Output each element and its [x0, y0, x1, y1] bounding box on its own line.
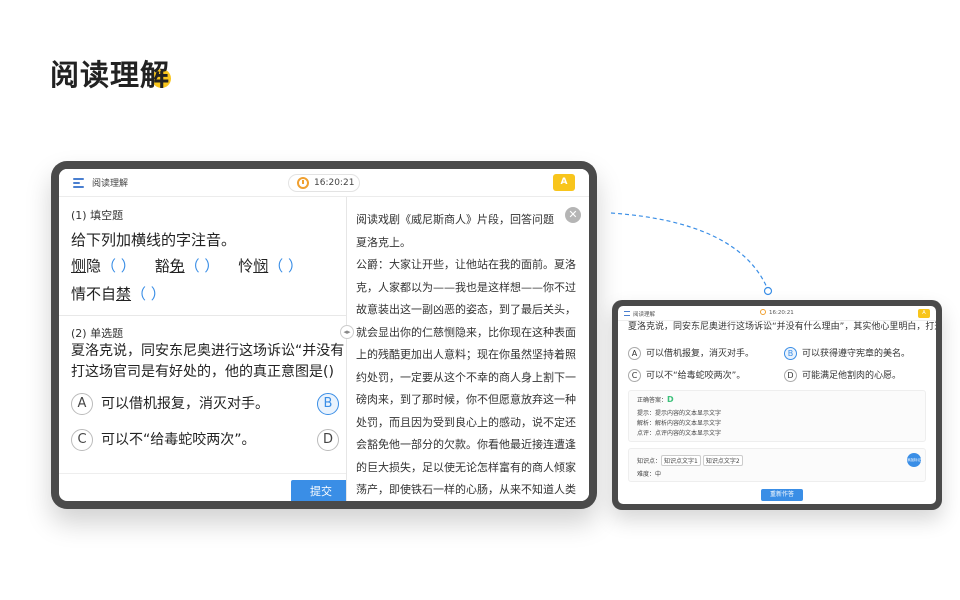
option-key: B [317, 393, 339, 415]
top-bar: 阅读理解 16:20:21 A [59, 169, 589, 197]
option-b[interactable]: B [317, 393, 346, 415]
answer-blank[interactable]: （ ） [131, 285, 166, 303]
close-icon[interactable]: ✕ [565, 207, 581, 223]
option-c[interactable]: C 可以不“给毒蛇咬两次”。 [71, 429, 256, 451]
option-c[interactable]: C 可以不“给毒蛇咬两次”。 [628, 368, 745, 382]
knowledge-box: 知识点： 知识点文字1 知识点文字2 难度：中 添加标记 [628, 448, 926, 482]
passage-panel: 阅读戏剧《威尼斯商人》片段，回答问题 夏洛克上。 公爵：大家让开些，让他站在我的… [348, 197, 589, 501]
redo-button[interactable]: 重新作答 [761, 489, 803, 501]
option-key: C [71, 429, 93, 451]
question-2-label: (2) 单选题 [71, 327, 124, 340]
tablet-large-screen: 阅读理解 16:20:21 A (1) 填空题 给下列加横线的字注音。 恻隐（ … [59, 169, 589, 501]
option-a[interactable]: A 可以借机报复，消灭对手。 [71, 393, 269, 415]
option-key: D [317, 429, 339, 451]
tablet-large: 阅读理解 16:20:21 A (1) 填空题 给下列加横线的字注音。 恻隐（ … [51, 161, 597, 509]
font-size-button[interactable]: A [918, 309, 930, 318]
passage-speaker: 夏洛克上。 [356, 235, 411, 249]
passage-intro: 阅读戏剧《威尼斯商人》片段，回答问题 [356, 213, 554, 226]
option-key: A [71, 393, 93, 415]
analysis-text: 解析：解析内容的文本显示文字 [637, 420, 722, 427]
answer-analysis-box: 正确答案：D 提示：提示内容的文本显示文字 解析：解析内容的文本显示文字 点评：… [628, 390, 926, 442]
timer-text: 16:20:21 [314, 178, 355, 188]
app-title: 阅读理解 [92, 179, 129, 189]
alarm-clock-icon [297, 177, 309, 189]
tablet-small-screen: 夏洛克说，同安东尼奥进行这场诉讼“并没有什么理由”，其实他心里明白，打这场官司是… [618, 306, 936, 504]
comment-text: 点评：点评内容的文本显示文字 [637, 430, 722, 437]
top-bar: 阅读理解 16:20:21 A [618, 306, 936, 321]
knowledge-points: 知识点： 知识点文字1 知识点文字2 [637, 455, 745, 466]
fill-row: 情不自禁（ ） [71, 283, 180, 304]
knowledge-tag[interactable]: 知识点文字1 [661, 455, 701, 466]
tablet-small: 夏洛克说，同安东尼奥进行这场诉讼“并没有什么理由”，其实他心里明白，打这场官司是… [612, 300, 942, 510]
question-1-label: (1) 填空题 [71, 209, 124, 222]
option-d[interactable]: D [317, 429, 346, 451]
font-size-button[interactable]: A [553, 174, 575, 191]
mark-button[interactable]: 添加标记 [907, 453, 921, 467]
difficulty-text: 难度：中 [637, 471, 662, 478]
correct-answer: 正确答案：D [637, 395, 674, 404]
menu-icon[interactable] [73, 178, 84, 188]
option-d[interactable]: D 可能满足他割肉的心愿。 [784, 368, 901, 382]
fill-item: 豁免（ ） [154, 257, 220, 275]
answer-blank[interactable]: （ ） [268, 257, 303, 275]
fill-row: 恻隐（ ） 豁免（ ） 怜悯（ ） [71, 255, 317, 276]
question-2-stem: 夏洛克说，同安东尼奥进行这场诉讼“并没有 打这场官司是有好处的，他的真正意图是(… [71, 343, 345, 380]
option-b[interactable]: B 可以获得遵守宪章的美名。 [784, 346, 910, 360]
passage-body: 公爵：大家让开些，让他站在我的面前。夏洛克，人家都以为——我也是这样想——你不过… [356, 258, 576, 496]
alarm-clock-icon [760, 309, 766, 315]
question-panel: (1) 填空题 给下列加横线的字注音。 恻隐（ ） 豁免（ ） 怜悯（ ） 情不… [59, 197, 347, 501]
answer-blank[interactable]: （ ） [101, 257, 136, 275]
divider [59, 315, 346, 316]
option-a[interactable]: A 可以借机报复，消灭对手。 [628, 346, 754, 360]
timer: 16:20:21 [288, 174, 360, 192]
divider [59, 473, 346, 474]
fill-item: 情不自禁（ ） [71, 285, 166, 303]
panel-resize-handle[interactable]: ◂▸ [340, 325, 354, 339]
question-1-stem: 给下列加横线的字注音。 [71, 231, 237, 249]
answer-blank[interactable]: （ ） [185, 257, 220, 275]
submit-button[interactable]: 提交 [291, 480, 346, 501]
fill-item: 怜悯（ ） [238, 257, 303, 275]
hint-text: 提示：提示内容的文本显示文字 [637, 410, 722, 417]
passage-text: 阅读戏剧《威尼斯商人》片段，回答问题 夏洛克上。 公爵：大家让开些，让他站在我的… [356, 209, 578, 501]
timer: 16:20:21 [760, 309, 794, 316]
knowledge-tag[interactable]: 知识点文字2 [702, 455, 743, 466]
app-title: 阅读理解 [633, 312, 656, 318]
page-title: 阅读理解 [50, 58, 171, 92]
menu-icon[interactable] [624, 311, 630, 316]
fill-item: 恻隐（ ） [71, 257, 136, 275]
